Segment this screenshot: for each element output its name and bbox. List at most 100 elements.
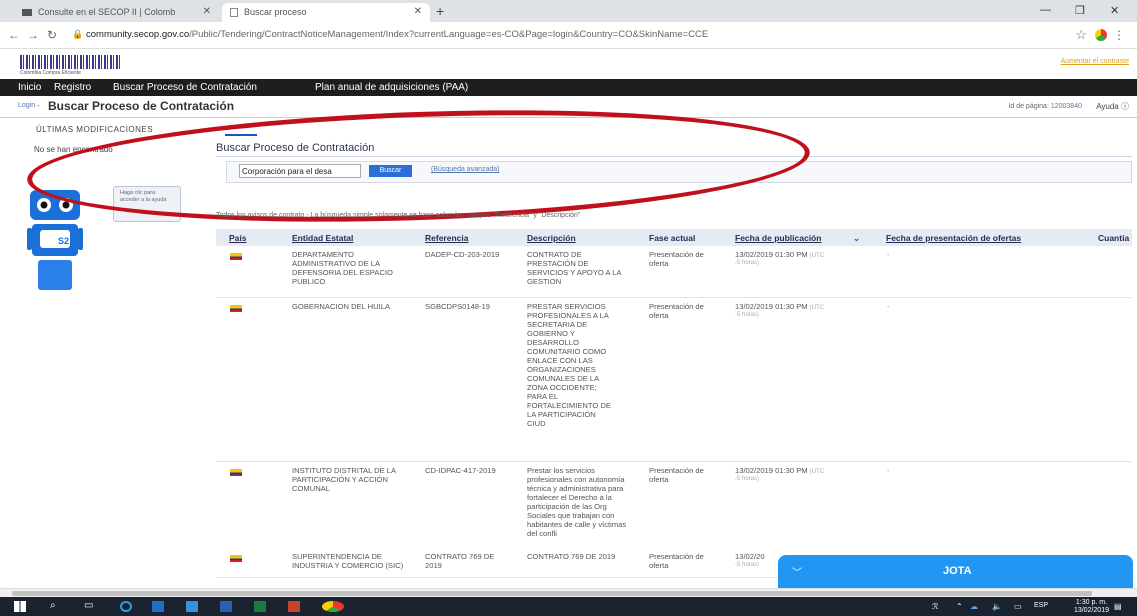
store-icon[interactable] (152, 601, 164, 612)
menu-plan-anual[interactable]: Plan anual de adquisiciones (PAA) (315, 82, 468, 93)
help-icon: ⓘ (1121, 102, 1129, 111)
cell-entidad: SUPERINTENDENCIA DE INDUSTRIA Y COMERCIO… (292, 552, 404, 570)
search-divider (216, 156, 1132, 157)
search-button[interactable]: Buscar (369, 165, 412, 177)
cell-descripcion: CONTRATO 769 DE 2019 (527, 552, 616, 561)
header-referencia[interactable]: Referencia (425, 233, 468, 243)
tray-chevron-icon[interactable]: ⌃ (956, 602, 963, 611)
search-tab-indicator (225, 134, 257, 136)
header-descripcion[interactable]: Descripción (527, 233, 576, 243)
header-fecha-publicacion[interactable]: Fecha de publicación (735, 233, 821, 243)
cell-referencia[interactable]: CD-IDPAC-417-2019 (425, 466, 505, 475)
notifications-icon[interactable]: ▤ (1114, 602, 1122, 611)
word-icon[interactable] (220, 601, 232, 612)
page-id: Id de página: 12003840 (1008, 103, 1082, 110)
close-tab-icon[interactable]: ✕ (203, 6, 211, 17)
clock-time: 1:30 p. m. (1075, 599, 1108, 606)
cell-referencia[interactable]: DADEP-CD-203-2019 (425, 250, 505, 259)
chat-widget[interactable]: ﹀ JOTA (778, 555, 1133, 589)
explorer-icon[interactable] (186, 601, 198, 612)
logo-icon[interactable] (20, 55, 120, 69)
minimize-icon[interactable]: — (1040, 4, 1051, 16)
restore-icon[interactable]: ❐ (1075, 4, 1085, 17)
cell-fase: Presentación de oferta (649, 302, 704, 320)
help-bubble[interactable]: Haga clic para acceder a la ayuda (113, 186, 181, 222)
new-tab-icon[interactable]: + (436, 3, 444, 19)
cell-presentacion: - (887, 302, 890, 311)
cell-presentacion: - (887, 466, 890, 475)
language-indicator[interactable]: ESP (1034, 602, 1048, 609)
sort-desc-icon[interactable]: ⌄ (853, 233, 860, 244)
bookmark-star-icon[interactable]: ☆ (1075, 27, 1087, 43)
cell-fecha: 13/02/2019 01:30 PM (UTC -5 horas) (735, 302, 824, 318)
table-row[interactable]: GOBERNACION DEL HUILA SGBCDPS0148-19 PRE… (216, 298, 1132, 462)
task-view-icon[interactable]: ▭ (84, 600, 93, 611)
search-note: Todos los avisos de contrato - La búsque… (216, 212, 581, 219)
help-label: Ayuda (1096, 102, 1119, 111)
cell-presentacion: - (887, 250, 890, 259)
header-fase: Fase actual (649, 233, 696, 243)
close-tab-icon[interactable]: ✕ (414, 6, 422, 17)
chrome-icon[interactable] (322, 601, 344, 612)
cell-descripcion: Prestar los servicios profesionales con … (527, 466, 627, 538)
cell-entidad: DEPARTAMENTO ADMINISTRATIVO DE LA DEFENS… (292, 250, 393, 286)
cell-fecha: 13/02/2019 01:30 PM (UTC -5 horas) (735, 250, 824, 266)
cell-entidad: INSTITUTO DISTRITAL DE LA PARTICIPACIÓN … (292, 466, 396, 493)
chevron-down-icon[interactable]: ﹀ (792, 564, 802, 579)
browser-menu-icon[interactable]: ⋮ (1113, 28, 1125, 42)
horizontal-scrollbar[interactable] (0, 588, 1137, 597)
header-fecha-presentacion[interactable]: Fecha de presentación de ofertas (886, 233, 1021, 243)
page-id-label: Id de página: (1008, 103, 1049, 110)
windows-start-icon[interactable] (14, 601, 26, 612)
fecha-value: 13/02/2019 01:30 PM (735, 302, 808, 311)
network-icon[interactable]: ▭ (1014, 602, 1022, 611)
browser-tab-secop[interactable]: Consulte en el SECOP II | Colomb ✕ (14, 3, 219, 22)
menu-registro[interactable]: Registro (54, 82, 91, 93)
advanced-search-link[interactable]: (Búsqueda avanzada) (431, 166, 500, 173)
chat-agent-name: JOTA (943, 565, 972, 577)
browser-tab-buscar[interactable]: Buscar proceso ✕ (222, 3, 430, 22)
table-row[interactable]: DEPARTAMENTO ADMINISTRATIVO DE LA DEFENS… (216, 246, 1132, 298)
edge-icon[interactable] (120, 601, 132, 612)
latest-changes-empty: No se han encontrado (34, 145, 113, 154)
fecha-utc: (UTC (809, 253, 825, 259)
search-input[interactable] (239, 164, 361, 178)
latest-changes-title: ÚLTIMAS MODIFICACIONES (36, 125, 154, 134)
extension-icon[interactable] (1095, 29, 1107, 41)
help-robot-icon[interactable] (24, 186, 86, 292)
menu-inicio[interactable]: Inicio (18, 82, 41, 93)
main-menu: Inicio Registro Buscar Proceso de Contra… (0, 79, 1137, 96)
fecha-offset: -5 horas) (735, 312, 760, 318)
url-host: community.secop.gov.co (86, 29, 190, 40)
onedrive-icon[interactable]: ☁ (970, 602, 978, 611)
excel-icon[interactable] (254, 601, 266, 612)
cell-referencia[interactable]: SGBCDPS0148-19 (425, 302, 497, 311)
header-pais[interactable]: País (229, 233, 247, 243)
scrollbar-thumb[interactable] (12, 591, 1092, 596)
header-entidad[interactable]: Entidad Estatal (292, 233, 353, 243)
reload-icon[interactable]: ↻ (47, 28, 57, 42)
help-link[interactable]: Ayuda ⓘ (1096, 101, 1129, 112)
lock-icon: 🔒 (72, 29, 84, 39)
url-path: /Public/Tendering/ContractNoticeManageme… (189, 29, 709, 40)
back-icon[interactable]: ← (8, 28, 20, 42)
breadcrumb-login[interactable]: Login (18, 102, 35, 109)
url-field[interactable]: community.secop.gov.co/Public/Tendering/… (86, 29, 708, 40)
contrast-link[interactable]: Aumentar el contraste (1061, 58, 1129, 65)
menu-buscar-proceso[interactable]: Buscar Proceso de Contratación (113, 82, 257, 93)
people-icon[interactable]: ℛ (932, 602, 938, 611)
forward-icon[interactable]: → (27, 28, 39, 42)
cell-referencia[interactable]: CONTRATO 769 DE 2019 (425, 552, 505, 570)
close-window-icon[interactable]: ✕ (1110, 4, 1119, 17)
powerpoint-icon[interactable] (288, 601, 300, 612)
tab-label: Buscar proceso (244, 7, 307, 17)
search-icon[interactable]: ⌕ (50, 600, 56, 611)
results-table-header: País Entidad Estatal Referencia Descripc… (216, 229, 1132, 246)
fecha-value: 13/02/2019 01:30 PM (735, 466, 808, 475)
robot-badge: S2 (58, 236, 70, 246)
volume-icon[interactable]: 🔈 (992, 602, 1002, 611)
clock-date: 13/02/2019 (1073, 607, 1109, 614)
clock[interactable]: 1:30 p. m. 13/02/2019 (1074, 599, 1109, 615)
cell-fase: Presentación de oferta (649, 552, 704, 570)
colombia-flag-icon (230, 555, 242, 562)
